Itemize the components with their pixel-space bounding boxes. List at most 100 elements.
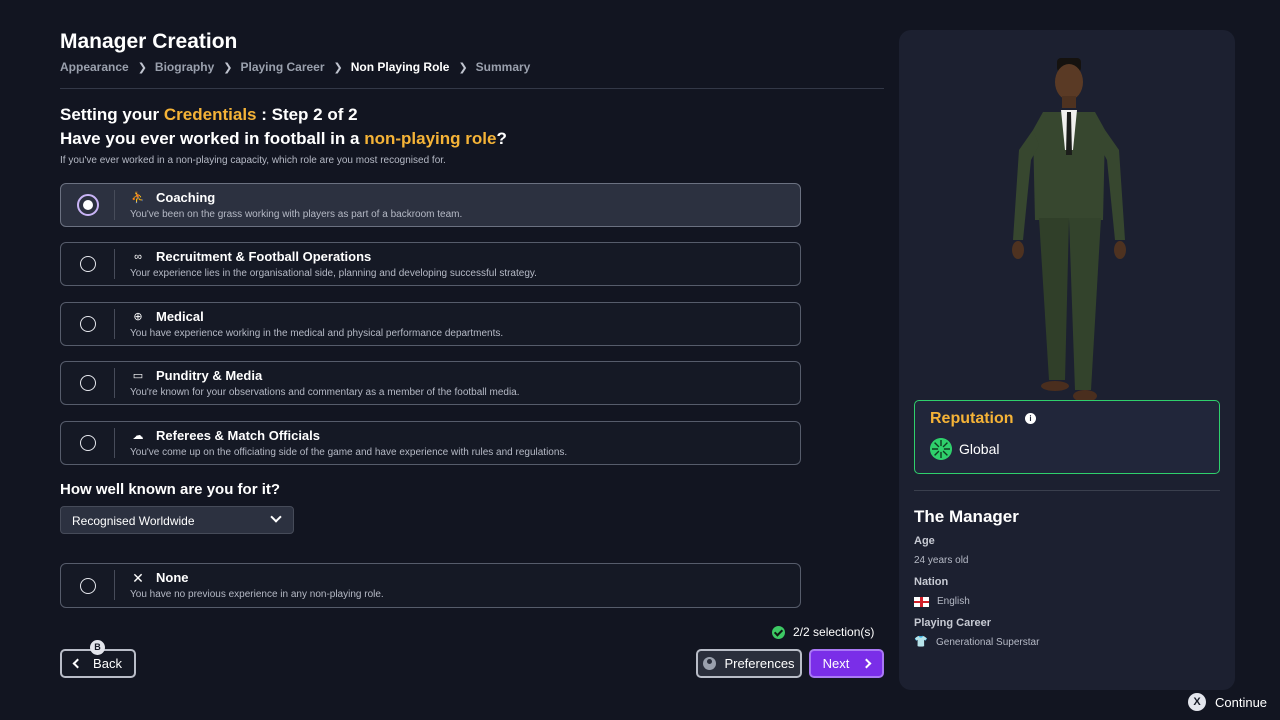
crumb-non-playing-role[interactable]: Non Playing Role <box>351 60 450 74</box>
header-divider <box>60 88 884 89</box>
option-referees[interactable]: ☁ Referees & Match Officials You've come… <box>60 421 801 465</box>
crumb-biography[interactable]: Biography <box>155 60 214 74</box>
chevron-left-icon <box>72 658 83 669</box>
step-suffix: : Step 2 of 2 <box>256 105 358 124</box>
radio-button[interactable] <box>80 316 96 332</box>
breadcrumb: Appearance ❯ Biography ❯ Playing Career … <box>60 60 530 74</box>
panel-divider <box>914 490 1220 491</box>
dropdown-value: Recognised Worldwide <box>72 514 195 528</box>
career-label: Playing Career <box>914 617 992 629</box>
radio-button-selected[interactable] <box>77 194 99 216</box>
x-button-icon: X <box>1188 693 1206 711</box>
option-title: Coaching <box>156 190 216 205</box>
option-coaching[interactable]: ⛹ Coaching You've been on the grass work… <box>60 183 801 227</box>
selection-count: 2/2 selection(s) <box>772 625 874 639</box>
option-desc: You have experience working in the medic… <box>130 328 504 339</box>
divider <box>114 570 115 600</box>
shirt-icon: 👕 <box>914 636 928 648</box>
option-title: Punditry & Media <box>156 368 263 383</box>
reputation-value: Global <box>959 441 1000 457</box>
age-value-text: 24 years old <box>914 555 969 566</box>
divider <box>114 428 115 458</box>
page-title: Manager Creation <box>60 30 238 53</box>
question-prefix: Have you ever worked in football in a <box>60 129 365 148</box>
step-heading: Setting your Credentials : Step 2 of 2 <box>60 105 358 125</box>
nation-value-text: English <box>937 596 970 607</box>
back-label: Back <box>93 656 122 671</box>
manager-avatar <box>1012 58 1126 402</box>
option-title: Recruitment & Football Operations <box>156 249 372 264</box>
question-highlight: non-playing role <box>364 129 497 148</box>
radio-button[interactable] <box>80 435 96 451</box>
divider <box>114 190 115 220</box>
instructions: If you've ever worked in a non-playing c… <box>60 155 446 166</box>
option-desc: You've been on the grass working with pl… <box>130 209 463 220</box>
radio-cell <box>61 362 115 404</box>
known-label: How well known are you for it? <box>60 481 281 498</box>
nation-label: Nation <box>914 576 949 588</box>
chevron-right-icon: ❯ <box>137 61 147 74</box>
binoculars-icon: ∞ <box>134 251 142 263</box>
age-value: 24 years old <box>914 555 968 566</box>
radio-cell <box>61 564 115 607</box>
chevron-down-icon <box>270 511 282 523</box>
radio-button[interactable] <box>80 256 96 272</box>
preferences-label: Preferences <box>724 656 795 671</box>
option-title: Medical <box>156 309 204 324</box>
radio-cell <box>61 184 115 226</box>
career-value-text: Generational Superstar <box>936 637 1040 648</box>
option-desc: You have no previous experience in any n… <box>130 589 384 600</box>
chevron-right-icon <box>861 658 872 669</box>
divider <box>114 309 115 339</box>
monitor-icon: ▭ <box>132 370 144 382</box>
divider <box>114 368 115 398</box>
whistle-coach-icon: ⛹ <box>131 192 145 204</box>
step-prefix: Setting your <box>60 105 164 124</box>
chevron-right-icon: ❯ <box>458 61 468 74</box>
option-punditry[interactable]: ▭ Punditry & Media You're known for your… <box>60 361 801 405</box>
england-flag-icon <box>914 596 929 607</box>
recognition-dropdown[interactable]: Recognised Worldwide <box>60 506 294 534</box>
next-button[interactable]: Next <box>809 649 884 678</box>
question-suffix: ? <box>496 129 507 148</box>
career-value: 👕 Generational Superstar <box>914 636 1040 649</box>
manager-title: The Manager <box>914 507 1019 526</box>
divider <box>114 249 115 279</box>
radio-cell <box>61 422 115 464</box>
crumb-playing-career[interactable]: Playing Career <box>240 60 324 74</box>
age-label: Age <box>914 535 935 547</box>
option-desc: You're known for your observations and c… <box>130 387 520 398</box>
chevron-right-icon: ❯ <box>333 61 343 74</box>
medical-bag-icon: ⊕ <box>133 311 143 323</box>
radio-button[interactable] <box>80 375 96 391</box>
globe-icon <box>930 438 952 460</box>
option-desc: Your experience lies in the organisation… <box>130 268 537 279</box>
check-circle-icon <box>772 625 785 639</box>
option-desc: You've come up on the officiating side o… <box>130 447 568 458</box>
user-icon <box>703 657 717 670</box>
crumb-summary[interactable]: Summary <box>476 60 531 74</box>
close-icon: ✕ <box>132 570 144 586</box>
radio-cell <box>61 243 115 285</box>
continue-label: Continue <box>1215 694 1268 710</box>
selection-count-text: 2/2 selection(s) <box>793 625 875 639</box>
manager-panel: Reputation i Global The Manager Age 24 y… <box>899 30 1235 690</box>
reputation-label: Reputation <box>930 410 1014 427</box>
whistle-icon: ☁ <box>132 430 144 442</box>
radio-cell <box>61 303 115 345</box>
radio-button[interactable] <box>80 577 96 594</box>
crumb-appearance[interactable]: Appearance <box>60 60 129 74</box>
step-highlight: Credentials <box>163 105 257 124</box>
option-recruitment[interactable]: ∞ Recruitment & Football Operations Your… <box>60 242 801 286</box>
question-heading: Have you ever worked in football in a no… <box>60 129 507 149</box>
info-icon[interactable]: i <box>1025 413 1036 424</box>
b-button-icon: B <box>90 640 105 655</box>
option-none[interactable]: ✕ None You have no previous experience i… <box>60 563 801 608</box>
preferences-button[interactable]: Preferences <box>696 649 802 678</box>
option-medical[interactable]: ⊕ Medical You have experience working in… <box>60 302 801 346</box>
chevron-right-icon: ❯ <box>223 61 233 74</box>
nation-value: English <box>914 596 970 607</box>
option-title: None <box>156 570 189 585</box>
continue-prompt[interactable]: X Continue <box>1188 693 1267 711</box>
next-label: Next <box>822 656 850 671</box>
